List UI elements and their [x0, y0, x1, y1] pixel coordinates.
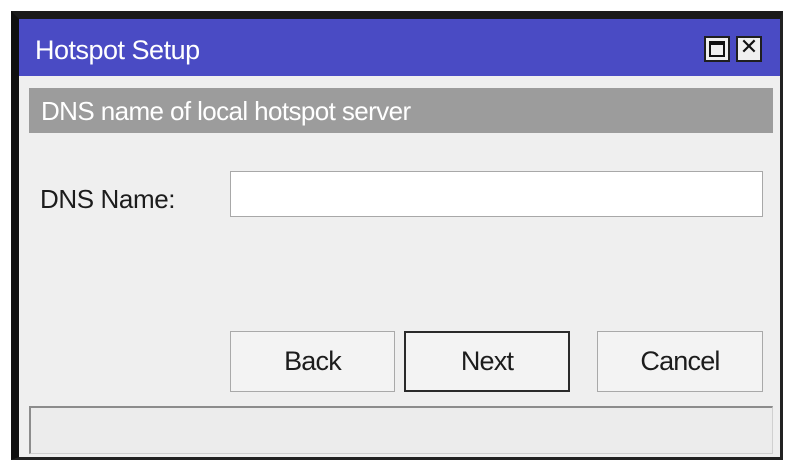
dns-name-label: DNS Name: — [40, 184, 176, 214]
maximize-button[interactable] — [704, 36, 730, 62]
close-button[interactable]: ✕ — [736, 35, 762, 62]
title-bar[interactable]: Hotspot Setup ✕ — [19, 19, 780, 76]
next-button[interactable]: Next — [404, 331, 570, 392]
maximize-icon — [709, 41, 725, 57]
back-button[interactable]: Back — [230, 331, 395, 392]
cancel-button[interactable]: Cancel — [597, 331, 763, 392]
close-icon: ✕ — [739, 35, 759, 60]
window-title: Hotspot Setup — [35, 35, 200, 65]
dns-name-input[interactable] — [230, 171, 763, 217]
hotspot-setup-window: Hotspot Setup ✕ DNS name of local hotspo… — [11, 11, 783, 460]
step-description-banner: DNS name of local hotspot server — [29, 88, 773, 133]
status-bar — [29, 406, 773, 454]
step-description: DNS name of local hotspot server — [41, 96, 411, 126]
